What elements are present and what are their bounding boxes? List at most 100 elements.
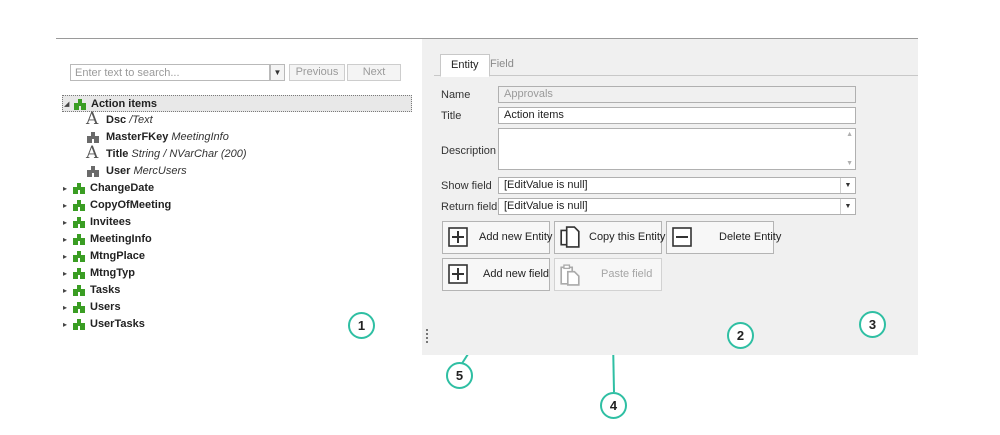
plus-box-icon — [448, 227, 468, 247]
button-label: Paste field — [601, 268, 653, 280]
puzzle-green-icon — [73, 285, 85, 296]
description-field[interactable]: ▲ ▼ — [498, 128, 856, 170]
tree-field-node[interactable]: MasterFKey MeetingInfo — [62, 129, 417, 146]
copy-this-entity-button[interactable]: Copy this Entity — [554, 221, 666, 254]
puzzle-green-icon — [73, 234, 85, 245]
entity-tree: ◢ Action items A Dsc/Text MasterFKey Meetin… — [62, 95, 417, 333]
collapsed-arrow-icon[interactable]: ▸ — [63, 214, 67, 231]
name-label: Name — [441, 89, 471, 101]
button-label: Add new field — [483, 268, 550, 280]
puzzle-green-icon — [73, 319, 85, 330]
return-field-select[interactable]: [EditValue is null] ▼ — [498, 198, 856, 215]
panel-splitter[interactable] — [422, 39, 434, 355]
tree-node-entity[interactable]: ▸ ChangeDate — [62, 180, 417, 197]
paste-field-button[interactable]: Paste field — [554, 258, 662, 291]
minus-box-icon — [672, 227, 692, 247]
title-field[interactable]: Action items — [498, 107, 856, 124]
name-field: Approvals — [498, 86, 856, 103]
callout-4: 4 — [600, 392, 627, 419]
text-A-icon: A — [86, 109, 99, 129]
search-input[interactable] — [71, 65, 261, 80]
puzzle-grey-icon — [87, 166, 99, 177]
field-name: Dsc — [106, 114, 127, 126]
expanded-arrow-icon[interactable]: ◢ — [64, 96, 69, 113]
field-name: MasterFKey — [106, 131, 169, 143]
search-dropdown-button[interactable]: ▼ — [270, 64, 285, 81]
collapsed-arrow-icon[interactable]: ▸ — [63, 248, 67, 265]
field-type: /Text — [129, 114, 153, 126]
callout-2: 2 — [727, 322, 754, 349]
tree-field-node[interactable]: User MercUsers — [62, 163, 417, 180]
puzzle-green-icon — [73, 217, 85, 228]
tab-bar: Entity Field — [434, 53, 918, 77]
scroll-down-icon[interactable]: ▼ — [846, 160, 853, 167]
next-button[interactable]: Next — [347, 64, 401, 81]
puzzle-green-icon — [74, 99, 86, 110]
field-name: User — [106, 165, 131, 177]
tree-node-entity[interactable]: ▸ MtngTyp — [62, 265, 417, 282]
tree-node-label: CopyOfMeeting — [90, 199, 172, 211]
entity-editor-window: ▼ Previous Next ◢ Action items A Dsc/Text… — [56, 38, 918, 355]
collapsed-arrow-icon[interactable]: ▸ — [63, 299, 67, 316]
previous-button[interactable]: Previous — [289, 64, 345, 81]
tree-node-entity[interactable]: ▸ Invitees — [62, 214, 417, 231]
tree-node-label: User MercUsers — [106, 163, 187, 180]
collapsed-arrow-icon[interactable]: ▸ — [63, 265, 67, 282]
tree-node-label: MasterFKey MeetingInfo — [106, 129, 229, 146]
collapsed-arrow-icon[interactable]: ▸ — [63, 282, 67, 299]
tree-node-label: Dsc/Text — [106, 112, 153, 129]
return-field-label: Return field — [441, 201, 498, 213]
add-new-entity-button[interactable]: Add new Entity — [442, 221, 552, 254]
collapsed-arrow-icon[interactable]: ▸ — [63, 316, 67, 333]
tree-node-action-items[interactable]: ◢ Action items — [62, 95, 412, 112]
show-field-label: Show field — [441, 180, 492, 192]
tree-field-node[interactable]: A Dsc/Text — [62, 109, 417, 129]
collapsed-arrow-icon[interactable]: ▸ — [63, 180, 67, 197]
field-type: MeetingInfo — [171, 131, 229, 143]
callout-5: 5 — [446, 362, 473, 389]
tree-field-node[interactable]: A Title String / NVarChar (200) — [62, 143, 417, 163]
chevron-down-icon[interactable]: ▼ — [840, 199, 855, 214]
title-label: Title — [441, 110, 462, 122]
callout-3: 3 — [859, 311, 886, 338]
tab-field[interactable]: Field — [480, 54, 524, 75]
splitter-grip-icon[interactable] — [426, 329, 430, 343]
tree-node-entity[interactable]: ▸ MeetingInfo — [62, 231, 417, 248]
collapsed-arrow-icon[interactable]: ▸ — [63, 231, 67, 248]
puzzle-green-icon — [73, 302, 85, 313]
tree-node-entity[interactable]: ▸ MtngPlace — [62, 248, 417, 265]
tree-node-label: Title String / NVarChar (200) — [106, 146, 247, 163]
tree-node-entity[interactable]: ▸ CopyOfMeeting — [62, 197, 417, 214]
chevron-down-icon[interactable]: ▼ — [840, 178, 855, 193]
properties-panel: Entity Field Name Approvals Title Action… — [434, 39, 918, 355]
scroll-up-icon[interactable]: ▲ — [846, 131, 853, 138]
button-label: Copy this Entity — [589, 231, 666, 243]
puzzle-green-icon — [73, 183, 85, 194]
plus-box-icon — [448, 264, 468, 284]
tree-node-label: MeetingInfo — [90, 233, 152, 245]
search-box — [70, 64, 270, 81]
field-type: String / NVarChar (200) — [131, 148, 247, 160]
tree-node-label: Tasks — [90, 284, 121, 296]
callout-1: 1 — [348, 312, 375, 339]
text-A-icon: A — [86, 143, 99, 163]
entity-tree-panel: ▼ Previous Next ◢ Action items A Dsc/Text… — [56, 39, 423, 355]
tree-node-label: Invitees — [90, 216, 131, 228]
puzzle-green-icon — [73, 251, 85, 262]
puzzle-green-icon — [73, 200, 85, 211]
copy-icon — [560, 226, 580, 248]
tree-node-label: Action items — [91, 98, 158, 110]
tree-node-label: Users — [90, 301, 121, 313]
collapsed-arrow-icon[interactable]: ▸ — [63, 197, 67, 214]
add-new-field-button[interactable]: Add new field — [442, 258, 550, 291]
field-type: MercUsers — [133, 165, 187, 177]
show-field-select[interactable]: [EditValue is null] ▼ — [498, 177, 856, 194]
tree-node-label: UserTasks — [90, 318, 145, 330]
tree-node-entity[interactable]: ▸ Tasks — [62, 282, 417, 299]
button-label: Delete Entity — [719, 231, 782, 243]
delete-entity-button[interactable]: Delete Entity — [666, 221, 781, 254]
return-field-value: [EditValue is null] — [504, 200, 588, 212]
chevron-down-icon: ▼ — [273, 68, 282, 77]
show-field-value: [EditValue is null] — [504, 179, 588, 191]
description-label: Description — [441, 145, 497, 157]
